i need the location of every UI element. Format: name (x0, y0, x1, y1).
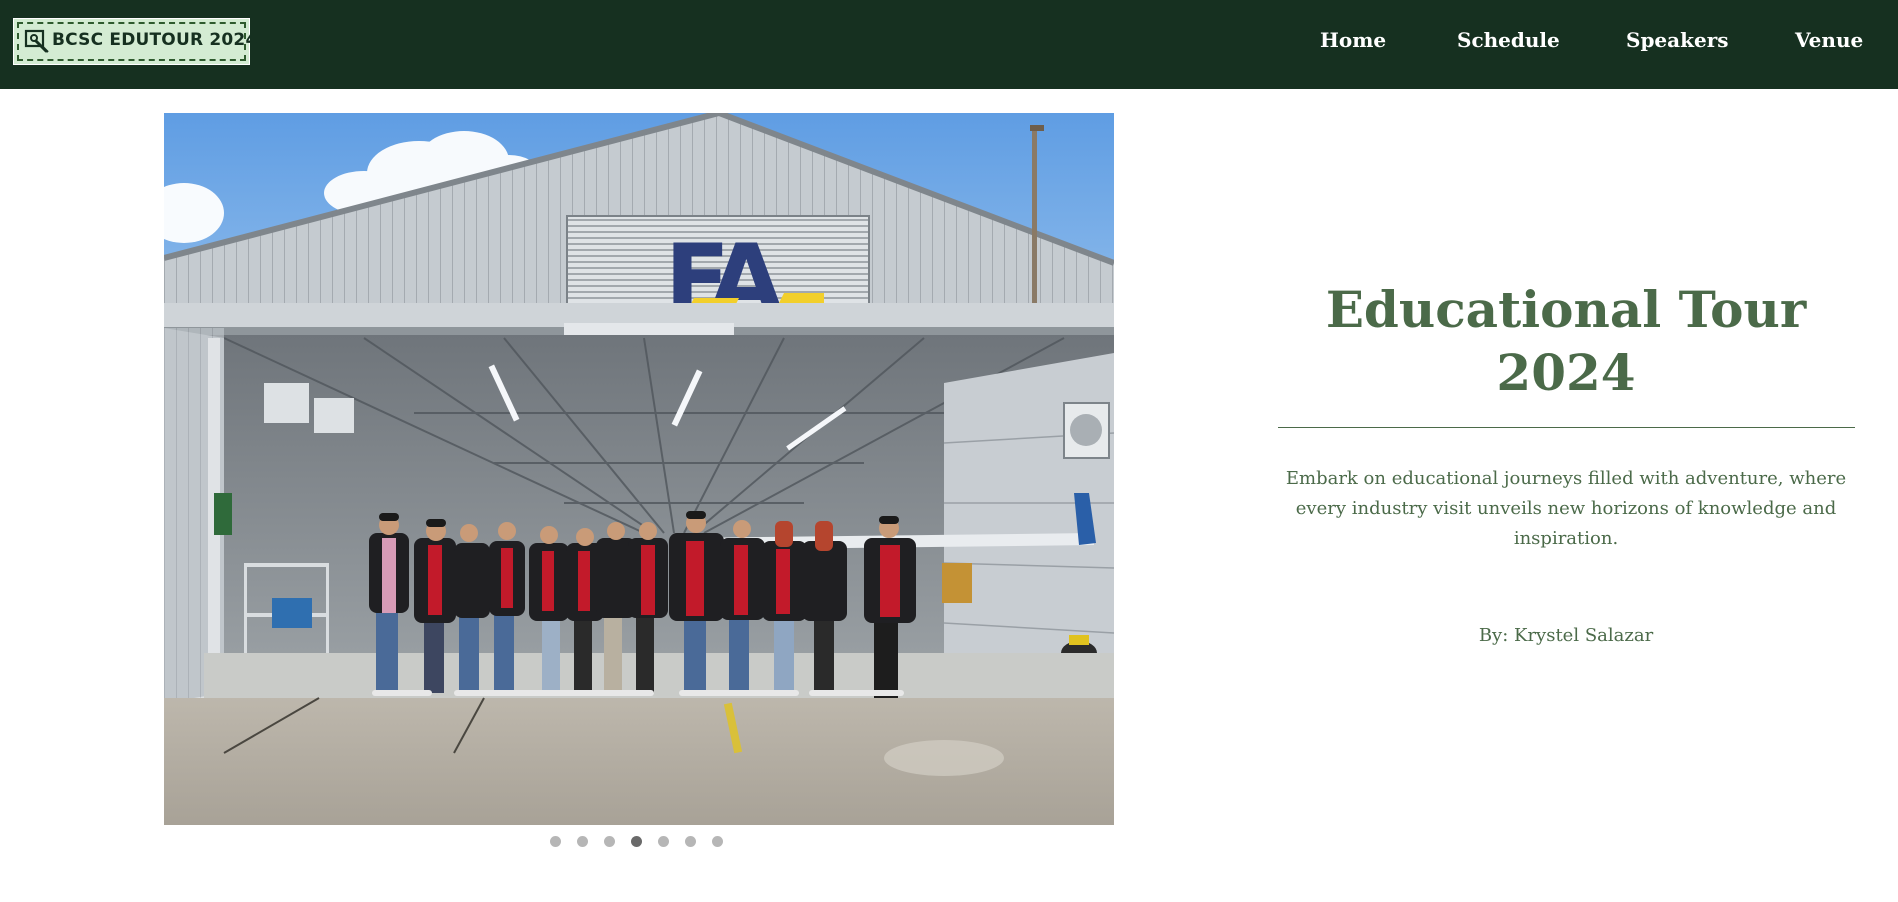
slide-dot-7[interactable] (712, 836, 723, 847)
site-logo[interactable]: BCSC EDUTOUR 2024 (13, 18, 257, 65)
slide-dot-6[interactable] (685, 836, 696, 847)
presentation-icon (24, 29, 49, 53)
hero-description: Embark on educational journeys filled wi… (1285, 468, 1847, 549)
slide-dot-5[interactable] (658, 836, 669, 847)
nav-speakers[interactable]: Speakers (1626, 28, 1729, 52)
slide-dot-1[interactable] (550, 836, 561, 847)
slide-dot-3[interactable] (604, 836, 615, 847)
hangar-group-photo: FA (164, 113, 1114, 825)
slide-dot-2[interactable] (577, 836, 588, 847)
top-navbar: BCSC EDUTOUR 2024 Home Schedule Speakers… (0, 0, 1898, 89)
author-credit: By: Krystel Salazar (1478, 625, 1654, 646)
slideshow-image[interactable]: FA (164, 113, 1114, 825)
nav-home[interactable]: Home (1320, 28, 1386, 52)
slide-dot-4[interactable] (631, 836, 642, 847)
logo-text: BCSC EDUTOUR 2024 (52, 30, 258, 50)
nav-schedule[interactable]: Schedule (1457, 28, 1560, 52)
title-divider (1278, 427, 1855, 428)
page-title: Educational Tour 2024 (1325, 280, 1807, 402)
nav-venue[interactable]: Venue (1795, 28, 1863, 52)
